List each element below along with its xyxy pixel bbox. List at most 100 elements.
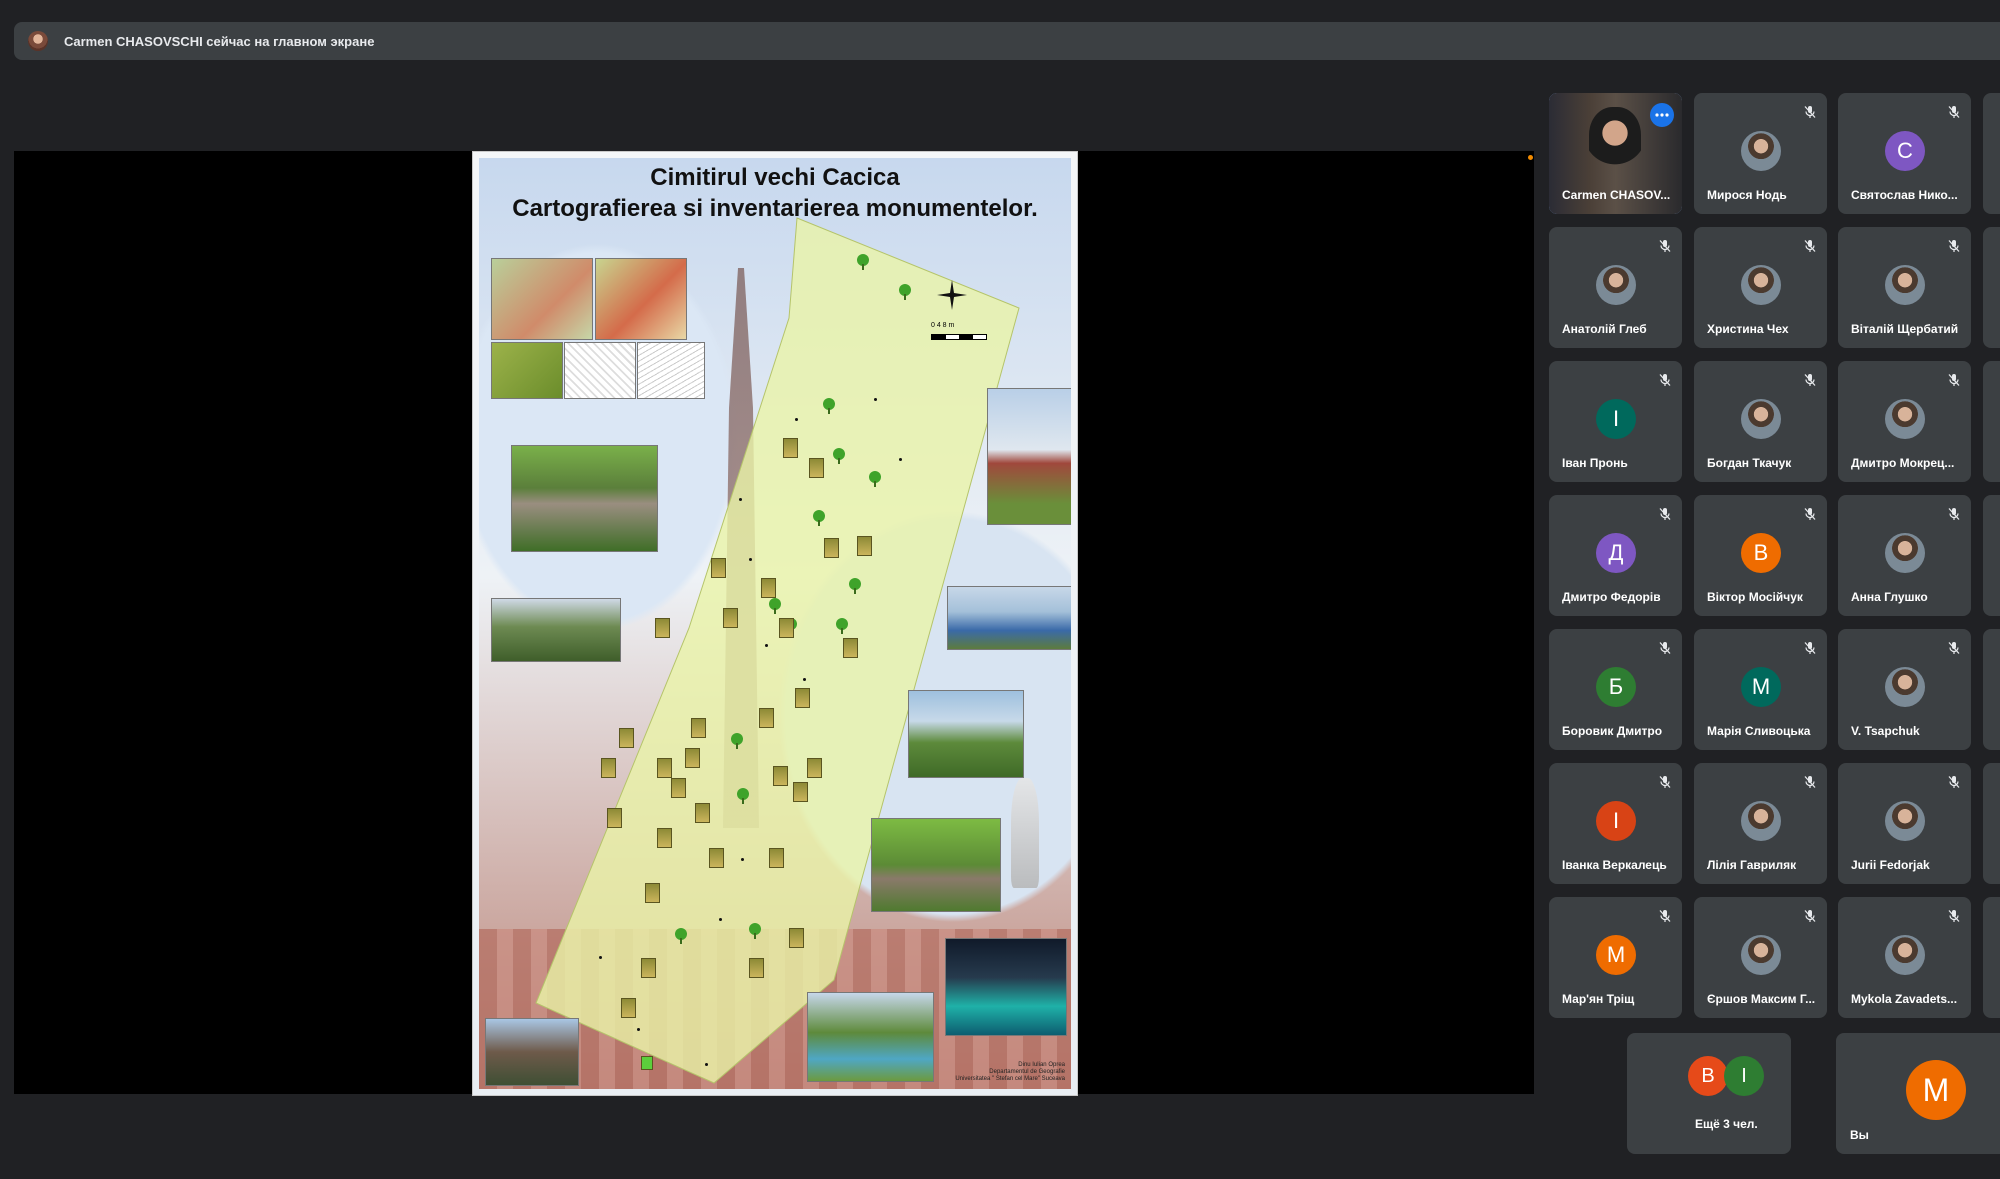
participant-tile[interactable]: Мирося Нодь	[1694, 93, 1827, 214]
mic-off-icon	[1803, 105, 1817, 119]
participant-tile[interactable]: Дмитро Мокрец...	[1838, 361, 1971, 482]
participant-tile[interactable]: Анна Глушко	[1838, 495, 1971, 616]
grave-photo	[749, 958, 764, 978]
grave-photo	[711, 558, 726, 578]
participant-tile-overflow[interactable]: Є	[1983, 763, 2000, 884]
survey-point	[741, 858, 744, 861]
mic-off-icon	[1658, 641, 1672, 655]
participant-tile[interactable]: Carmen CHASOV...	[1549, 93, 1682, 214]
grave-photo	[795, 688, 810, 708]
scale-label: 0 4 8 m	[931, 322, 955, 329]
participant-avatar	[1741, 801, 1781, 841]
participant-tile-overflow[interactable]: S	[1983, 629, 2000, 750]
participant-avatar: М	[1596, 935, 1636, 975]
participant-tile[interactable]: Д Дмитро Федорів	[1549, 495, 1682, 616]
participant-name: Дмитро Мокрец...	[1851, 456, 1955, 470]
mic-off-icon	[1803, 909, 1817, 923]
survey-point	[874, 398, 877, 401]
grave-photo	[807, 758, 822, 778]
participant-tile[interactable]: Анатолій Глеб	[1549, 227, 1682, 348]
participant-tile[interactable]: Б Боровик Дмитро	[1549, 629, 1682, 750]
participant-tile-overflow[interactable]: А	[1983, 897, 2000, 1018]
participant-tile[interactable]: М Мар'ян Тріщ	[1549, 897, 1682, 1018]
participant-tile[interactable]: Єршов Максим Г...	[1694, 897, 1827, 1018]
grave-photo	[709, 848, 724, 868]
shared-screen-poster: Cimitirul vechi Cacica Cartografierea si…	[472, 151, 1078, 1096]
participant-name: Лілія Гавриляк	[1707, 858, 1797, 872]
participant-name: Христина Чех	[1707, 322, 1789, 336]
participant-tile[interactable]: Jurii Fedorjak	[1838, 763, 1971, 884]
mic-off-icon	[1658, 775, 1672, 789]
participant-tile-overflow[interactable]: Д	[1983, 361, 2000, 482]
participant-tile[interactable]: Лілія Гавриляк	[1694, 763, 1827, 884]
participant-tile[interactable]: V. Tsapchuk	[1838, 629, 1971, 750]
tree-icon	[869, 471, 881, 487]
mic-off-icon	[1803, 775, 1817, 789]
participant-tile[interactable]: Віталій Щербатий	[1838, 227, 1971, 348]
participant-name: Богдан Ткачук	[1707, 456, 1792, 470]
tree-icon	[833, 448, 845, 464]
survey-point	[795, 418, 798, 421]
credits-author: Dinu Iulian Oprea	[1018, 1062, 1065, 1068]
participant-name: Jurii Fedorjak	[1851, 858, 1930, 872]
poster-photo-wooden-church	[485, 1018, 579, 1086]
mic-off-icon	[1947, 373, 1961, 387]
poster-map-sketch	[564, 342, 636, 399]
mic-off-icon	[1947, 239, 1961, 253]
participant-tile-overflow[interactable]: В	[1983, 227, 2000, 348]
mic-off-icon	[1803, 373, 1817, 387]
participant-tile[interactable]: І Іван Пронь	[1549, 361, 1682, 482]
poster-title-line1: Cimitirul vechi Cacica	[650, 164, 900, 191]
grave-photo	[824, 538, 839, 558]
mic-off-icon	[1947, 105, 1961, 119]
participant-avatar	[1885, 801, 1925, 841]
tree-icon	[749, 923, 761, 939]
participant-name: Carmen CHASOV...	[1562, 188, 1671, 202]
mic-off-icon	[1803, 641, 1817, 655]
tree-icon	[731, 733, 743, 749]
more-participants-tile[interactable]: В І Ещё 3 чел.	[1627, 1033, 1791, 1154]
participant-name: Марія Сливоцька	[1707, 724, 1811, 738]
participant-tile[interactable]: І Іванка Веркалець	[1549, 763, 1682, 884]
participant-avatar: М	[1741, 667, 1781, 707]
self-tile[interactable]: М Вы	[1836, 1033, 2000, 1154]
grave-photo	[695, 803, 710, 823]
participant-tile[interactable]: С Святослав Нико...	[1838, 93, 1971, 214]
mic-off-icon	[1947, 775, 1961, 789]
participant-tile[interactable]: М Марія Сливоцька	[1694, 629, 1827, 750]
participant-avatar	[1885, 399, 1925, 439]
grave-photo	[759, 708, 774, 728]
grave-photo	[789, 928, 804, 948]
more-avatar-1: В	[1688, 1056, 1728, 1096]
recording-indicator	[1528, 155, 1533, 160]
tree-icon	[849, 578, 861, 594]
more-participants-label: Ещё 3 чел.	[1695, 1117, 1758, 1131]
poster-map-roads	[637, 342, 705, 399]
participant-tile[interactable]: Христина Чех	[1694, 227, 1827, 348]
poster-credits: Dinu Iulian Oprea Departamentul de Geogr…	[955, 1062, 1065, 1083]
self-label: Вы	[1850, 1128, 1869, 1142]
participant-tile[interactable]: В Віктор Мосійчук	[1694, 495, 1827, 616]
participant-avatar	[1885, 667, 1925, 707]
grave-photo	[655, 618, 670, 638]
north-arrow-icon	[937, 280, 967, 310]
participant-avatar	[1885, 935, 1925, 975]
participant-tile-overflow[interactable]: А	[1983, 495, 2000, 616]
tree-icon	[899, 284, 911, 300]
participant-tile[interactable]: Богдан Ткачук	[1694, 361, 1827, 482]
participant-name: Анатолій Глеб	[1562, 322, 1647, 336]
participant-tile[interactable]: Mykola Zavadets...	[1838, 897, 1971, 1018]
more-options-icon[interactable]	[1650, 103, 1674, 127]
self-avatar: М	[1906, 1060, 1966, 1120]
participant-name: Mykola Zavadets...	[1851, 992, 1958, 1006]
poster-photo-riverside	[807, 992, 934, 1082]
grave-photo	[641, 958, 656, 978]
poster-photo-green	[491, 342, 563, 399]
participant-name: Святослав Нико...	[1851, 188, 1958, 202]
participant-avatar	[1885, 533, 1925, 573]
grave-photo	[857, 536, 872, 556]
participant-tile-overflow[interactable]: С	[1983, 93, 2000, 214]
poster-photo-red-church	[987, 388, 1071, 525]
grave-photo	[761, 578, 776, 598]
grave-photo	[685, 748, 700, 768]
